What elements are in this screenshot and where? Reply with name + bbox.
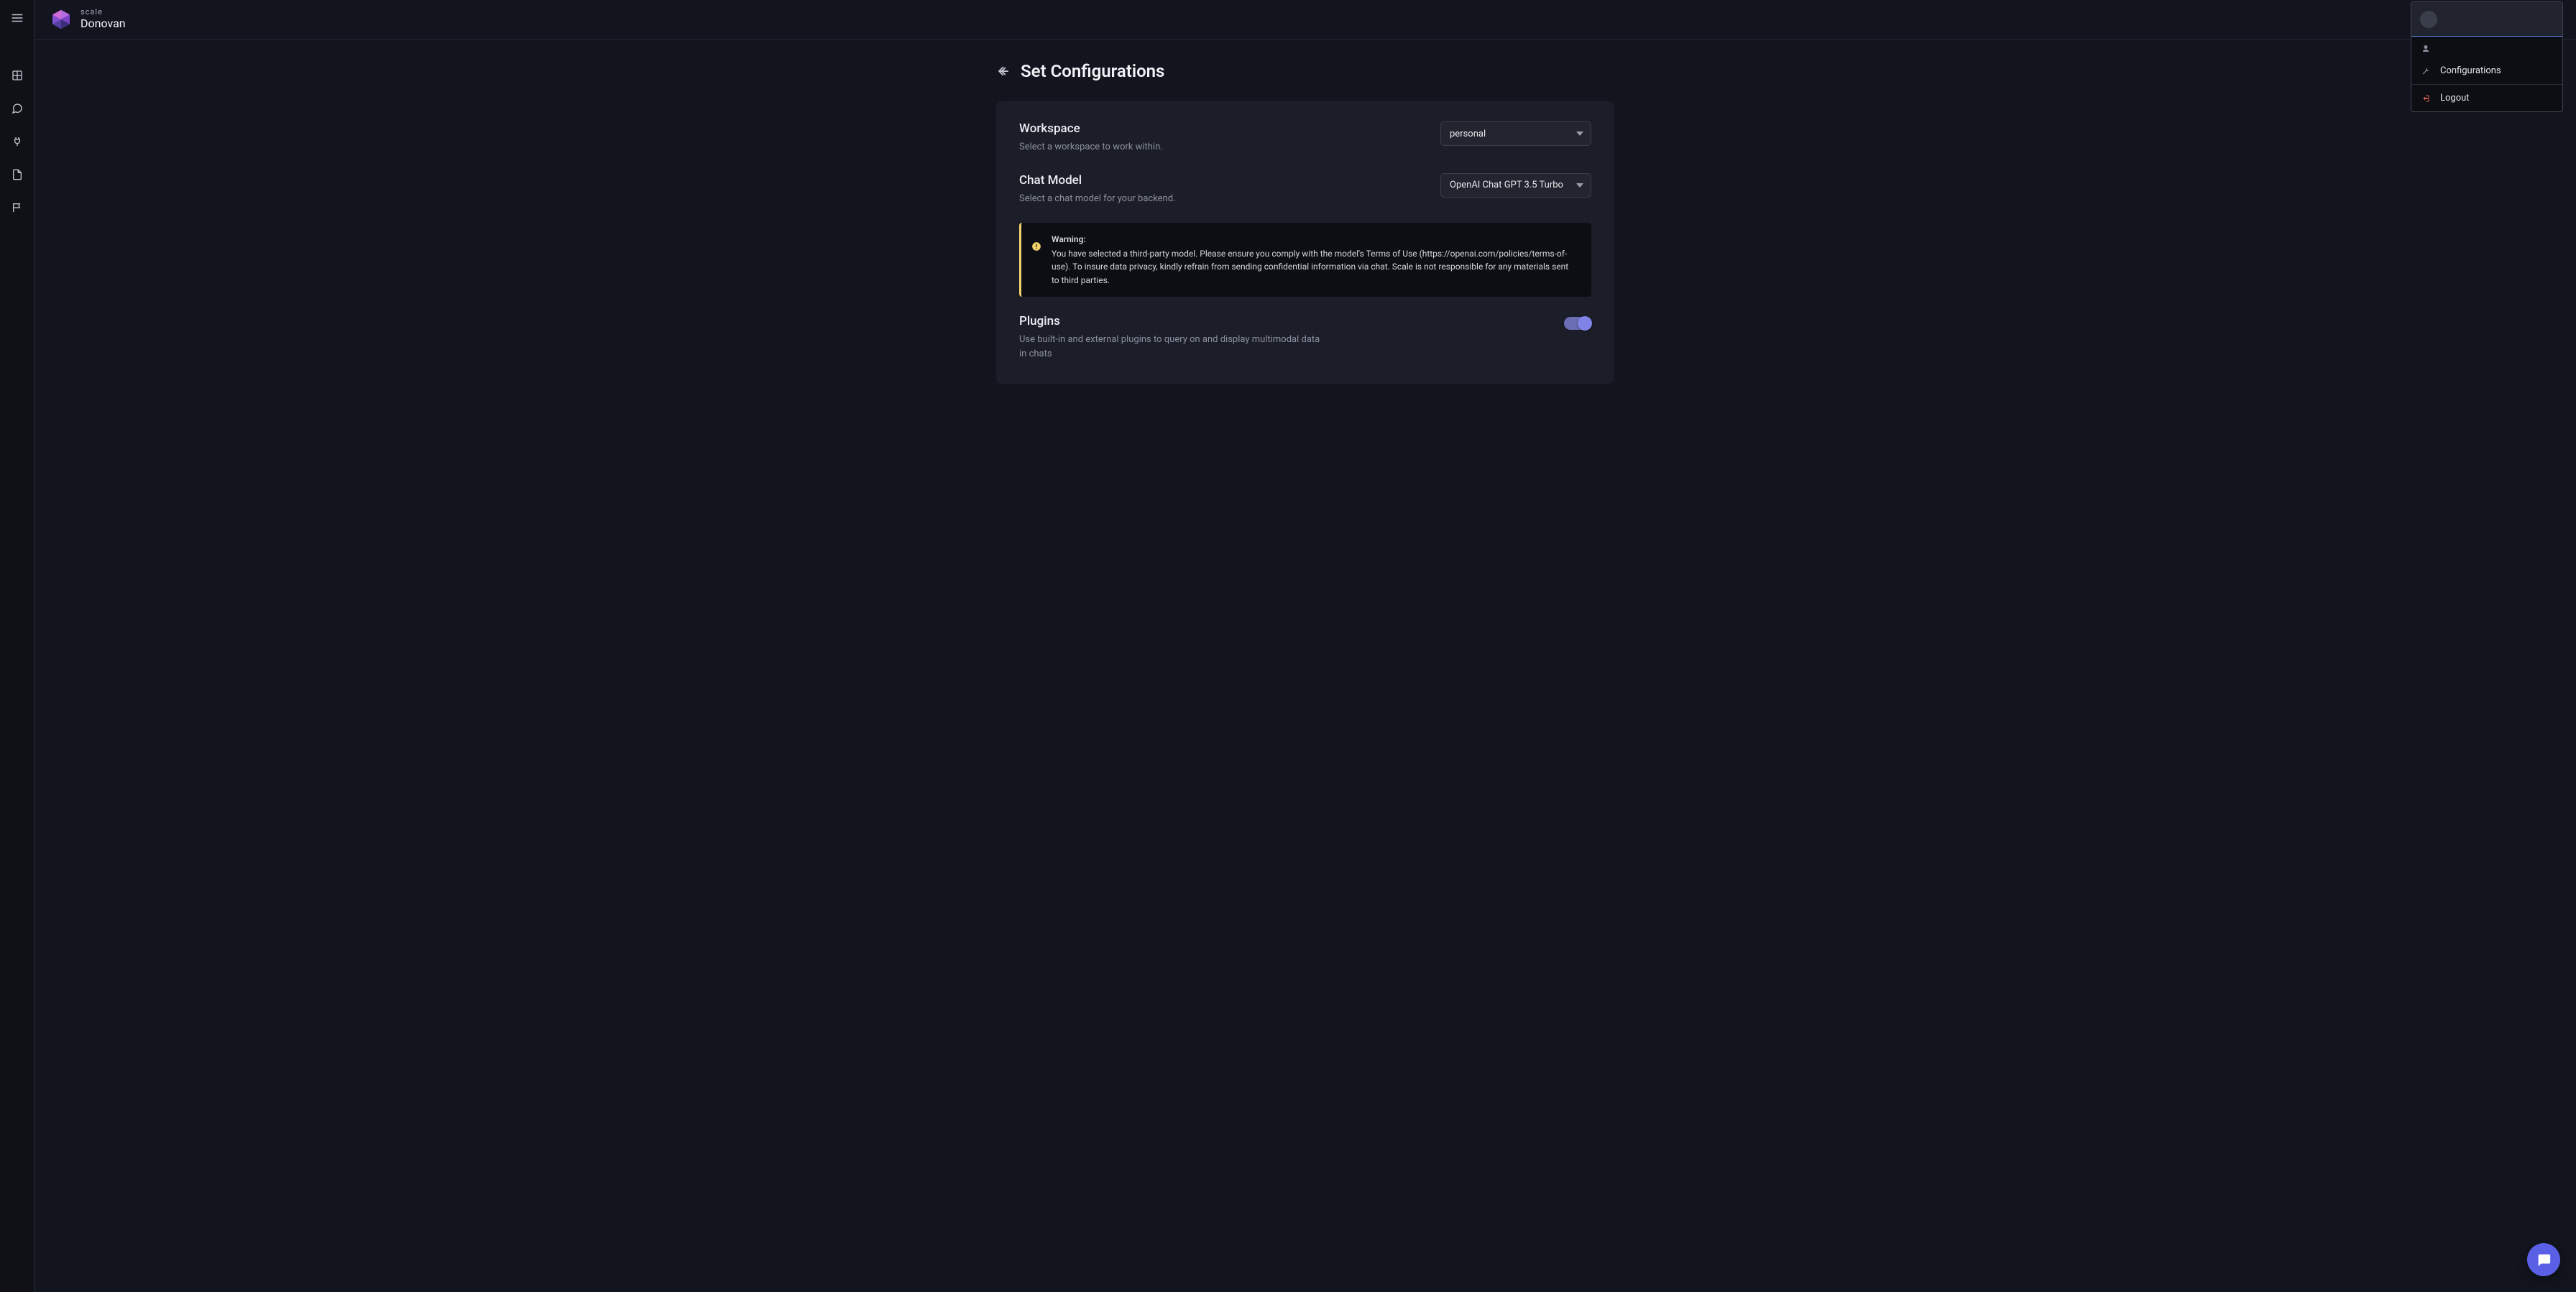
- back-button[interactable]: [996, 64, 1011, 78]
- account-configurations-label: Configurations: [2440, 65, 2501, 76]
- workspace-desc: Select a workspace to work within.: [1019, 140, 1163, 154]
- account-logout-label: Logout: [2440, 93, 2470, 103]
- chat-icon[interactable]: [9, 101, 25, 116]
- plugins-label: Plugins: [1019, 314, 1321, 328]
- alert-body: You have selected a third-party model. P…: [1052, 247, 1577, 287]
- account-logout-item[interactable]: Logout: [2411, 84, 2562, 111]
- account-configurations-item[interactable]: Configurations: [2411, 57, 2562, 84]
- chatmodel-label: Chat Model: [1019, 173, 1175, 188]
- user-icon: [2421, 45, 2432, 53]
- file-icon[interactable]: [9, 167, 25, 183]
- support-chat-fab[interactable]: [2527, 1243, 2560, 1276]
- logout-icon: [2421, 94, 2432, 103]
- chatmodel-selected-value: OpenAI Chat GPT 3.5 Turbo: [1450, 180, 1563, 190]
- chatmodel-desc: Select a chat model for your backend.: [1019, 192, 1175, 206]
- brand-text: scale Donovan: [80, 8, 126, 30]
- account-header[interactable]: [2411, 2, 2562, 37]
- account-profile-item[interactable]: [2411, 37, 2562, 57]
- apps-grid-icon[interactable]: [9, 68, 25, 83]
- warning-alert: Warning: You have selected a third-party…: [1019, 223, 1591, 297]
- plug-icon[interactable]: [9, 134, 25, 149]
- workspace-select[interactable]: personal: [1440, 121, 1591, 146]
- sidebar: [0, 0, 34, 1292]
- topbar: scale Donovan: [34, 0, 2576, 40]
- wrench-icon: [2421, 67, 2432, 75]
- alert-title: Warning:: [1052, 233, 1577, 246]
- chevron-down-icon: [1576, 130, 1583, 137]
- chatmodel-select[interactable]: OpenAI Chat GPT 3.5 Turbo: [1440, 173, 1591, 198]
- config-card: Workspace Select a workspace to work wit…: [996, 101, 1614, 384]
- plugins-toggle[interactable]: [1564, 317, 1591, 330]
- chevron-down-icon: [1576, 182, 1583, 189]
- flag-icon[interactable]: [9, 200, 25, 216]
- account-popover: Configurations Logout: [2411, 1, 2563, 112]
- hamburger-menu-icon[interactable]: [9, 10, 25, 26]
- workspace-label: Workspace: [1019, 121, 1163, 136]
- page-title: Set Configurations: [1021, 61, 1164, 81]
- avatar: [2420, 11, 2437, 28]
- brand-large: Donovan: [80, 17, 126, 30]
- brand-logo: [50, 9, 72, 30]
- workspace-selected-value: personal: [1450, 129, 1486, 139]
- warning-icon: [1021, 233, 1052, 252]
- plugins-desc: Use built-in and external plugins to que…: [1019, 333, 1321, 361]
